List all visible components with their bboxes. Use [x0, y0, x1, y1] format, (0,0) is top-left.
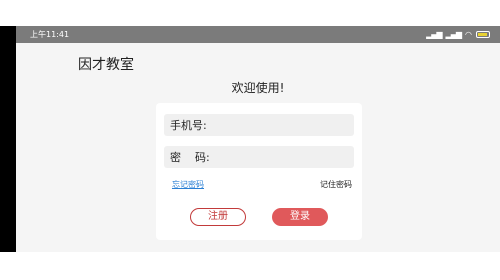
status-time: 上午11:41: [30, 30, 70, 39]
phone-label: 手机号:: [170, 119, 207, 132]
password-label: 密 码:: [170, 151, 210, 164]
welcome-text: 欢迎使用!: [231, 81, 285, 95]
main-content: 因才教室 欢迎使用! 手机号: 密 码: 忘记密码 记住密码 注册 登录: [16, 43, 500, 252]
status-bar: 上午11:41 ▂▄▆ ▂▄▆ ◠: [16, 26, 500, 43]
login-button[interactable]: 登录: [272, 208, 328, 226]
status-icons: ▂▄▆ ▂▄▆ ◠: [426, 26, 490, 43]
remember-password-option[interactable]: 记住密码: [320, 179, 352, 190]
password-input[interactable]: [209, 146, 359, 168]
forgot-password-link[interactable]: 忘记密码: [172, 179, 204, 190]
phone-input[interactable]: [206, 114, 356, 136]
wifi-icon: ◠: [465, 30, 472, 39]
register-button[interactable]: 注册: [190, 208, 246, 226]
signal-icon: ▂▄▆: [426, 30, 443, 39]
signal-icon: ▂▄▆: [445, 30, 463, 39]
app-screen: 上午11:41 ▂▄▆ ▂▄▆ ◠ 因才教室 欢迎使用! 手机号: 密 码: 忘…: [0, 0, 500, 280]
bottom-area: [0, 252, 500, 280]
login-card: 手机号: 密 码: 忘记密码 记住密码 注册 登录: [156, 103, 362, 240]
phone-field[interactable]: 手机号:: [164, 114, 356, 136]
battery-icon: [476, 31, 490, 38]
left-edge-bar: [0, 26, 16, 252]
app-title: 因才教室: [78, 57, 134, 73]
password-field[interactable]: 密 码:: [164, 146, 359, 168]
